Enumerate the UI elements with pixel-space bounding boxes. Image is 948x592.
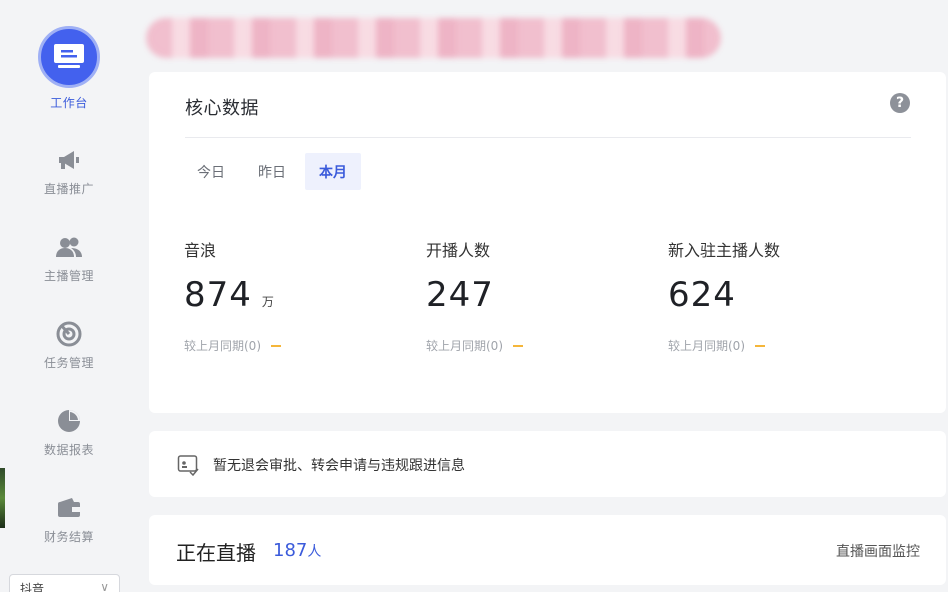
notice-card: 暂无退会审批、转会申请与违规跟进信息	[149, 431, 946, 497]
sidebar-item-label: 工作台	[50, 96, 88, 110]
help-icon[interactable]: ?	[890, 93, 910, 113]
wallet-icon	[55, 494, 83, 522]
live-title: 正在直播	[176, 541, 256, 565]
chevron-down-icon: ∨	[100, 580, 109, 592]
sidebar-item-label: 直播推广	[43, 182, 94, 196]
metric-compare: 较上月同期(0)	[426, 337, 646, 354]
period-tabs: 今日 昨日 本月	[183, 153, 366, 190]
live-count: 187人	[273, 540, 322, 561]
metric-compare: 较上月同期(0)	[184, 337, 404, 354]
sidebar-item-label: 财务结算	[43, 530, 94, 544]
metric-label: 开播人数	[426, 241, 491, 260]
metric-unit: 万	[261, 295, 275, 309]
sidebar-item-finance-settlement[interactable]: 财务结算	[0, 494, 138, 545]
metric-value: 247	[426, 275, 494, 315]
divider	[185, 137, 911, 138]
trend-flat-icon	[271, 344, 281, 347]
live-monitor-link[interactable]: 直播画面监控	[836, 541, 920, 561]
tab-yesterday[interactable]: 昨日	[244, 153, 300, 190]
platform-select[interactable]: 抖音 ∨	[9, 574, 120, 592]
sidebar-item-task-management[interactable]: 任务管理	[0, 320, 138, 371]
metric-live-anchors: 开播人数 247 较上月同期(0)	[426, 237, 646, 354]
tab-today[interactable]: 今日	[183, 153, 239, 190]
notice-text: 暂无退会审批、转会申请与违规跟进信息	[213, 458, 465, 474]
platform-select-value: 抖音	[20, 582, 45, 592]
sidebar-item-anchor-management[interactable]: 主播管理	[0, 233, 138, 284]
sidebar: 工作台 直播推广 主播管理 任务管理 数据报表 财务结算 抖音 ∨	[0, 0, 138, 592]
sidebar-item-label: 主播管理	[43, 269, 94, 283]
metric-value: 874 万	[184, 275, 275, 315]
metric-label: 新入驻主播人数	[668, 241, 781, 260]
tab-this-month[interactable]: 本月	[305, 153, 361, 190]
redacted-header	[146, 18, 721, 58]
workbench-icon	[38, 26, 100, 88]
core-data-title: 核心数据	[185, 98, 259, 119]
window-edge-thumbnail	[0, 468, 5, 528]
metric-value: 624	[668, 275, 736, 315]
users-icon	[55, 233, 83, 261]
live-card: 正在直播 187人 直播画面监控	[149, 515, 946, 585]
sidebar-item-live-promotion[interactable]: 直播推广	[0, 146, 138, 197]
metric-new-anchors: 新入驻主播人数 624 较上月同期(0)	[668, 237, 888, 354]
metric-label: 音浪	[184, 241, 217, 260]
trend-flat-icon	[513, 344, 523, 347]
message-icon	[177, 454, 199, 477]
metric-compare: 较上月同期(0)	[668, 337, 888, 354]
core-data-card: 核心数据 ? 今日 昨日 本月 音浪 874 万 较上月同期(0) 开播人数 24…	[149, 72, 946, 413]
trend-flat-icon	[755, 344, 765, 347]
metric-sound-waves: 音浪 874 万 较上月同期(0)	[184, 237, 404, 354]
sidebar-item-label: 数据报表	[43, 443, 94, 457]
sidebar-item-label: 任务管理	[43, 356, 94, 370]
sidebar-item-data-reports[interactable]: 数据报表	[0, 407, 138, 458]
target-icon	[55, 320, 83, 348]
sidebar-item-workbench[interactable]: 工作台	[0, 26, 138, 111]
megaphone-icon	[55, 146, 83, 174]
pie-chart-icon	[55, 407, 83, 435]
